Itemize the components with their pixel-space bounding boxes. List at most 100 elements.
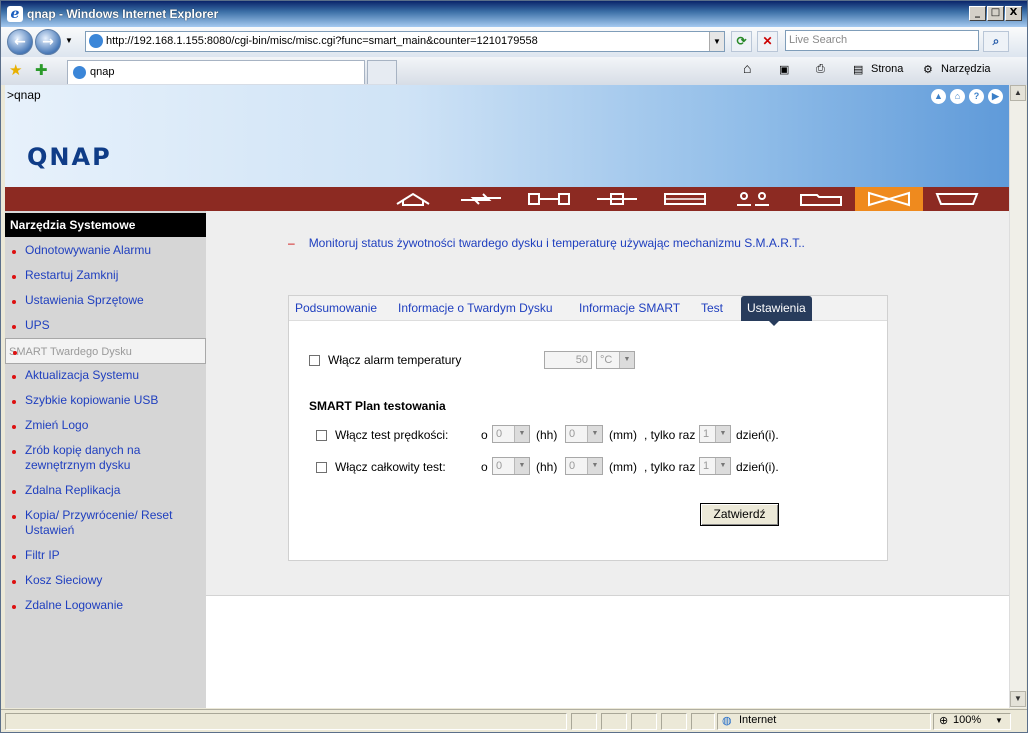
tab-bar: ★ ✚ qnap ⌂ ▣ ⎙ ▤ Strona ⚙ Narzędzia	[1, 57, 1027, 85]
help-icon[interactable]: ?	[969, 89, 984, 104]
tab-summary[interactable]: Podsumowanie	[295, 296, 377, 321]
vertical-scrollbar[interactable]: ▲ ▼	[1009, 85, 1026, 708]
search-icon[interactable]: ⌕	[983, 31, 1009, 52]
title-bar: e qnap - Windows Internet Explorer _ □ X	[1, 1, 1027, 27]
bullet-icon	[12, 605, 16, 609]
settings-panel: Podsumowanie Informacje o Twardym Dysku …	[288, 295, 888, 561]
full-test-checkbox[interactable]	[316, 462, 327, 473]
submit-button[interactable]: Zatwierdź	[700, 503, 779, 526]
bullet-icon	[12, 580, 16, 584]
sidebar-item-backup-restore[interactable]: Kopia/ Przywrócenie/ Reset Ustawień	[5, 508, 185, 538]
full-test-days-select[interactable]: 1 ▼	[699, 457, 731, 475]
full-test-hh: (hh)	[536, 460, 558, 474]
sidebar-item-logo[interactable]: Zmień Logo	[5, 418, 206, 433]
tab-settings[interactable]: Ustawienia	[741, 296, 812, 326]
scroll-down-icon[interactable]: ▼	[1010, 691, 1026, 707]
maximize-button[interactable]: □	[987, 6, 1004, 21]
logs-icon[interactable]	[923, 187, 991, 211]
shares-icon[interactable]	[787, 187, 855, 211]
bullet-icon	[12, 400, 16, 404]
sidebar-item-replication[interactable]: Zdalna Replikacja	[5, 483, 206, 498]
plan-title: SMART Plan testowania	[309, 399, 446, 413]
refresh-icon[interactable]: ⟳	[731, 31, 752, 52]
sidebar-item-label: UPS	[25, 318, 50, 332]
full-test-hour-select[interactable]: 0 ▼	[492, 457, 530, 475]
chevron-down-icon: ▼	[715, 458, 730, 474]
quick-config-icon[interactable]	[447, 187, 515, 211]
status-cell	[601, 713, 627, 730]
sidebar-item-restart[interactable]: Restartuj Zamknij	[5, 268, 206, 283]
sidebar-item-recycle-bin[interactable]: Kosz Sieciowy	[5, 573, 206, 588]
fast-test-days-select[interactable]: 1 ▼	[699, 425, 731, 443]
new-tab-button[interactable]	[367, 60, 397, 84]
address-dropdown-icon[interactable]: ▼	[709, 32, 724, 51]
sidebar-item-ip-filter[interactable]: Filtr IP	[5, 548, 206, 563]
fast-test-minute-select[interactable]: 0 ▼	[565, 425, 603, 443]
temp-unit-value: °C	[600, 354, 613, 366]
fast-test-checkbox[interactable]	[316, 430, 327, 441]
sidebar-item-ups[interactable]: UPS	[5, 318, 206, 333]
fast-test-days-value: 1	[703, 428, 710, 440]
tab-smart-info[interactable]: Informacje SMART	[579, 296, 680, 321]
fast-test-hour-select[interactable]: 0 ▼	[492, 425, 530, 443]
network-icon[interactable]	[583, 187, 651, 211]
system-tools-icon[interactable]	[855, 187, 923, 211]
page-icon	[89, 34, 103, 48]
device-config-icon[interactable]	[651, 187, 719, 211]
up-icon[interactable]: ▲	[931, 89, 946, 104]
temp-alarm-checkbox[interactable]	[309, 355, 320, 366]
sidebar-item-external-backup[interactable]: Zrób kopię danych na zewnętrznym dysku	[5, 443, 155, 473]
minimize-button[interactable]: _	[969, 6, 986, 21]
add-favorite-icon[interactable]: ✚	[35, 63, 48, 78]
stop-icon[interactable]: ✕	[757, 31, 778, 52]
zoom-dropdown-icon[interactable]: ▼	[995, 716, 1003, 725]
globe-icon: ◍	[722, 715, 732, 727]
fast-test-label: Włącz test prędkości:	[335, 428, 449, 442]
favorites-star-icon[interactable]: ★	[9, 63, 22, 78]
temp-unit-select[interactable]: °C ▼	[596, 351, 635, 369]
chevron-down-icon: ▼	[587, 458, 602, 474]
print-icon[interactable]: ⎙	[816, 63, 825, 76]
full-test-mm: (mm)	[609, 460, 637, 474]
sidebar-item-remote-login[interactable]: Zdalne Logowanie	[5, 598, 206, 613]
banner-icons: ▲ ⌂? ▶	[927, 88, 1003, 104]
scroll-up-icon[interactable]: ▲	[1010, 85, 1026, 101]
history-dropdown-icon[interactable]: ▼	[65, 36, 73, 45]
system-settings-icon[interactable]	[515, 187, 583, 211]
sidebar-item-usb-copy[interactable]: Szybkie kopiowanie USB	[5, 393, 206, 408]
users-icon[interactable]	[719, 187, 787, 211]
status-bar: ◍ Internet ⊕ 100% ▼	[1, 709, 1027, 732]
feeds-icon[interactable]: ▣	[779, 63, 789, 76]
temp-threshold-input[interactable]: 50	[544, 351, 592, 369]
logout-icon[interactable]: ▶	[988, 89, 1003, 104]
sidebar-item-hardware[interactable]: Ustawienia Sprzętowe	[5, 293, 206, 308]
dash-icon: –	[288, 236, 295, 250]
back-icon[interactable]: ←	[7, 29, 33, 55]
close-button[interactable]: X	[1005, 6, 1022, 21]
bullet-icon	[12, 555, 16, 559]
sidebar-item-firmware[interactable]: Aktualizacja Systemu	[5, 368, 206, 383]
full-test-days-value: 1	[703, 460, 710, 472]
forward-icon[interactable]: →	[35, 29, 61, 55]
address-bar[interactable]: http://192.168.1.155:8080/cgi-bin/misc/m…	[85, 31, 725, 52]
page-menu-icon: ▤	[853, 64, 864, 76]
sidebar-item-label: Zdalne Logowanie	[25, 598, 124, 612]
full-test-minute-select[interactable]: 0 ▼	[565, 457, 603, 475]
tab-qnap[interactable]: qnap	[67, 60, 365, 84]
sidebar-item-smart[interactable]: SMART Twardego Dysku	[5, 338, 206, 364]
page-menu[interactable]: Strona	[871, 63, 903, 75]
tab-disk-info[interactable]: Informacje o Twardym Dysku	[398, 296, 553, 321]
sidebar-item-label: Filtr IP	[25, 548, 60, 562]
tools-menu[interactable]: Narzędzia	[941, 63, 991, 75]
main-menu-bar	[5, 187, 1009, 211]
zoom-level[interactable]: 100%	[953, 714, 981, 726]
fast-test-days-label: dzień(i).	[736, 428, 779, 442]
tab-test[interactable]: Test	[701, 296, 723, 321]
search-input[interactable]: Live Search	[785, 30, 979, 51]
fast-test-hour-value: 0	[496, 428, 503, 440]
fast-test-mm: (mm)	[609, 428, 637, 442]
sidebar-item-alarm-log[interactable]: Odnotowywanie Alarmu	[5, 243, 206, 258]
home-icon[interactable]: ⌂	[743, 60, 751, 76]
home-icon[interactable]: ⌂	[950, 89, 965, 104]
home-icon[interactable]	[379, 187, 447, 211]
